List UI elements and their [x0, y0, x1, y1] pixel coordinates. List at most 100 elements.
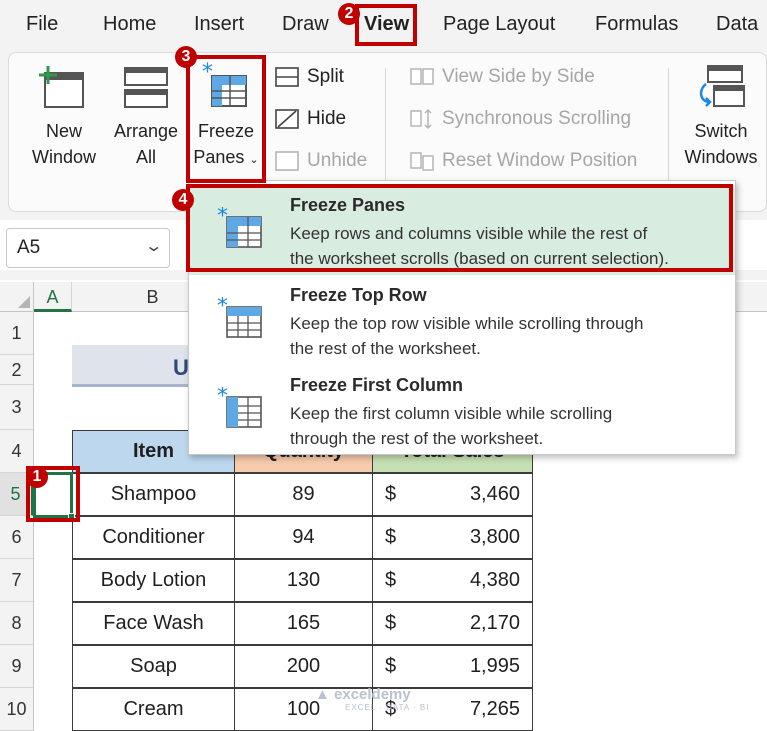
- switch-windows-icon: [699, 65, 745, 107]
- split-icon: [275, 66, 299, 88]
- sales-value: 2,170: [469, 612, 520, 634]
- view-side-by-side-label: View Side by Side: [442, 66, 595, 87]
- row-header-2[interactable]: 2: [0, 355, 34, 385]
- table-cell-quantity[interactable]: 89: [234, 473, 373, 516]
- step-badge-3: 3: [175, 46, 197, 68]
- reset-window-position-label: Reset Window Position: [442, 150, 638, 171]
- step-badge-1: 1: [26, 466, 48, 488]
- sales-value: 3,460: [469, 483, 520, 505]
- table-cell-total-sales[interactable]: $3,460: [372, 473, 533, 516]
- watermark-name: exceldemy: [334, 686, 411, 703]
- table-cell-item[interactable]: Conditioner: [72, 516, 235, 559]
- table-cell-item[interactable]: Shampoo: [72, 473, 235, 516]
- row-header-10[interactable]: 10: [0, 688, 34, 731]
- new-window-label-2: Window: [31, 147, 97, 167]
- watermark: ▲ exceldemy EXCEL · DATA · BI: [315, 686, 429, 712]
- table-cell-total-sales[interactable]: $2,170: [372, 602, 533, 645]
- view-side-by-side-button[interactable]: View Side by Side: [410, 62, 595, 92]
- synchronous-scrolling-label: Synchronous Scrolling: [442, 108, 632, 129]
- synchronous-scrolling-button[interactable]: Synchronous Scrolling: [410, 104, 631, 134]
- new-window-button[interactable]: New Window: [26, 60, 102, 180]
- arrange-all-icon: [124, 67, 168, 108]
- row-header-1[interactable]: 1: [0, 312, 34, 355]
- menu-data[interactable]: Data: [716, 13, 758, 36]
- chevron-down-icon[interactable]: ⌄: [144, 236, 163, 256]
- table-cell-total-sales[interactable]: $3,800: [372, 516, 533, 559]
- arrange-all-button[interactable]: Arrange All: [108, 60, 184, 180]
- row-header-9[interactable]: 9: [0, 645, 34, 688]
- table-cell-item[interactable]: Body Lotion: [72, 559, 235, 602]
- new-window-icon: [39, 66, 84, 108]
- annotation-box-freeze-panes-item: [186, 184, 733, 272]
- unhide-button[interactable]: Unhide: [275, 146, 367, 176]
- split-button[interactable]: Split: [275, 62, 344, 92]
- reset-window-position-button[interactable]: Reset Window Position: [410, 146, 637, 176]
- table-cell-total-sales[interactable]: $1,995: [372, 645, 533, 688]
- menu-item-freeze-first-column[interactable]: * Freeze First Column Keep the first col…: [189, 365, 735, 455]
- arrange-all-label-1: Arrange: [113, 121, 179, 141]
- hide-icon: [275, 108, 299, 130]
- row-header-8[interactable]: 8: [0, 602, 34, 645]
- menu-home[interactable]: Home: [103, 13, 156, 36]
- name-box[interactable]: A5 ⌄: [6, 228, 170, 268]
- reset-window-icon: [410, 150, 434, 172]
- freeze-first-column-desc-1: Keep the first column visible while scro…: [290, 404, 613, 423]
- split-label: Split: [307, 66, 344, 87]
- row-header-6[interactable]: 6: [0, 516, 34, 559]
- sheet-title-fragment: U: [173, 355, 189, 380]
- freeze-top-row-title: Freeze Top Row: [290, 285, 427, 305]
- row-header-7[interactable]: 7: [0, 559, 34, 602]
- side-by-side-icon: [410, 66, 434, 88]
- sales-value: 7,265: [469, 698, 520, 720]
- table-cell-quantity[interactable]: 94: [234, 516, 373, 559]
- unhide-icon: [275, 150, 299, 172]
- currency-symbol: $: [385, 483, 397, 505]
- freeze-first-column-desc-2: through the rest of the worksheet.: [290, 429, 544, 448]
- table-cell-quantity[interactable]: 130: [234, 559, 373, 602]
- select-all-corner[interactable]: [0, 282, 34, 312]
- switch-windows-button[interactable]: Switch Windows: [678, 60, 764, 180]
- switch-windows-label-2: Windows: [684, 147, 758, 167]
- currency-symbol: $: [385, 655, 397, 677]
- sales-value: 4,380: [469, 569, 520, 591]
- menu-page-layout[interactable]: Page Layout: [443, 13, 555, 36]
- new-window-label-1: New: [45, 121, 82, 141]
- svg-text:*: *: [217, 297, 228, 319]
- unhide-label: Unhide: [307, 150, 368, 171]
- step-badge-2: 2: [338, 3, 360, 25]
- table-cell-item[interactable]: Cream: [72, 688, 235, 731]
- svg-text:*: *: [217, 387, 228, 409]
- column-header-a[interactable]: A: [34, 282, 72, 312]
- sales-value: 1,995: [469, 655, 520, 677]
- row-header-3[interactable]: 3: [0, 385, 34, 430]
- freeze-first-column-title: Freeze First Column: [290, 375, 464, 395]
- switch-windows-label-1: Switch: [694, 121, 748, 141]
- menu-formulas[interactable]: Formulas: [595, 13, 678, 36]
- freeze-top-row-desc-1: Keep the top row visible while scrolling…: [290, 314, 644, 333]
- exceldemy-logo-icon: ▲: [315, 686, 335, 703]
- freeze-first-column-icon: *: [217, 387, 262, 428]
- step-badge-4: 4: [172, 189, 194, 211]
- currency-symbol: $: [385, 569, 397, 591]
- currency-symbol: $: [385, 526, 397, 548]
- table-cell-item[interactable]: Soap: [72, 645, 235, 688]
- table-cell-quantity[interactable]: 200: [234, 645, 373, 688]
- currency-symbol: $: [385, 612, 397, 634]
- freeze-top-row-desc-2: the rest of the worksheet.: [290, 339, 481, 358]
- menu-file[interactable]: File: [26, 13, 58, 36]
- menu-draw[interactable]: Draw: [282, 13, 329, 36]
- table-cell-item[interactable]: Face Wash: [72, 602, 235, 645]
- hide-button[interactable]: Hide: [275, 104, 346, 134]
- menu-insert[interactable]: Insert: [194, 13, 244, 36]
- menu-item-freeze-top-row[interactable]: * Freeze Top Row Keep the top row visibl…: [189, 275, 735, 365]
- select-all-triangle-icon: [18, 296, 30, 308]
- annotation-box-view: [355, 4, 417, 46]
- table-cell-quantity[interactable]: 165: [234, 602, 373, 645]
- hide-label: Hide: [307, 108, 347, 129]
- annotation-box-freeze-panes: [186, 55, 266, 183]
- name-box-value: A5: [17, 237, 41, 258]
- ribbon-separator: [385, 68, 386, 183]
- table-cell-total-sales[interactable]: $4,380: [372, 559, 533, 602]
- freeze-top-row-icon: *: [217, 297, 262, 338]
- arrange-all-label-2: All: [135, 147, 156, 167]
